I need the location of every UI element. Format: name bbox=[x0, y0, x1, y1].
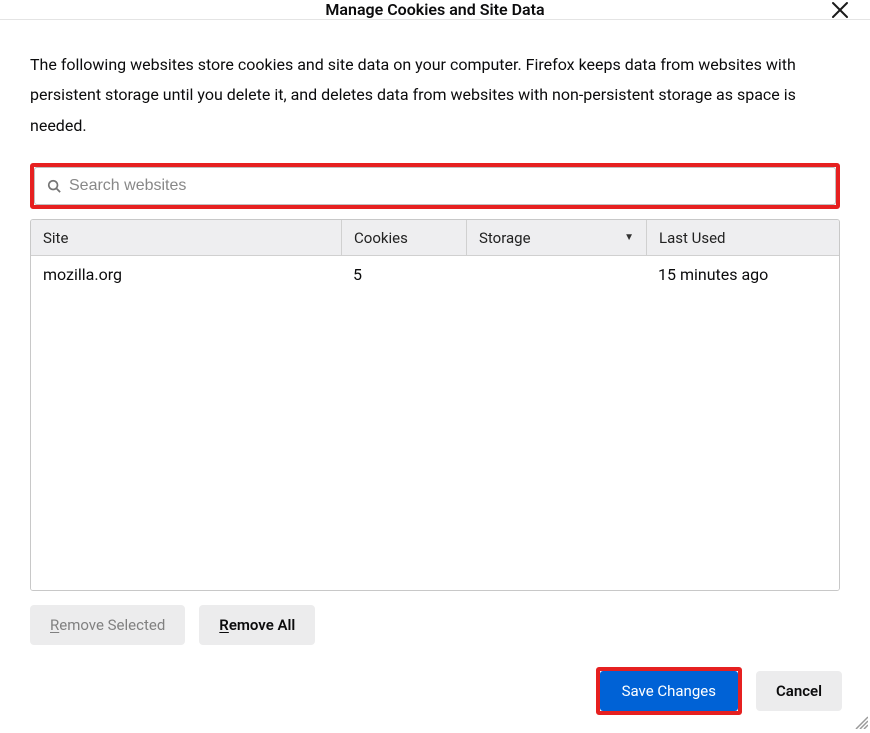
cell-site: mozilla.org bbox=[31, 265, 341, 284]
column-site-label: Site bbox=[43, 229, 68, 247]
column-last-used-label: Last Used bbox=[659, 229, 726, 247]
search-icon bbox=[47, 179, 61, 193]
table-body: mozilla.org 5 15 minutes ago bbox=[31, 256, 839, 590]
dialog-footer: Save Changes Cancel bbox=[0, 655, 870, 733]
close-icon bbox=[831, 1, 849, 19]
sites-table: Site Cookies Storage ▼ Last Used mozilla… bbox=[30, 219, 840, 591]
resize-grip-icon bbox=[852, 713, 868, 729]
remove-selected-accel: R bbox=[50, 616, 59, 634]
remove-selected-rest: emove Selected bbox=[59, 616, 165, 634]
dialog-title: Manage Cookies and Site Data bbox=[325, 0, 544, 19]
save-highlight: Save Changes bbox=[596, 667, 742, 715]
table-header: Site Cookies Storage ▼ Last Used bbox=[31, 220, 839, 256]
search-field[interactable] bbox=[34, 167, 836, 205]
column-cookies[interactable]: Cookies bbox=[341, 220, 466, 255]
column-site[interactable]: Site bbox=[31, 220, 341, 255]
remove-selected-button: Remove Selected bbox=[30, 605, 185, 645]
dialog-description: The following websites store cookies and… bbox=[30, 50, 840, 141]
column-last-used[interactable]: Last Used bbox=[646, 220, 839, 255]
column-cookies-label: Cookies bbox=[354, 229, 408, 247]
cell-cookies: 5 bbox=[341, 265, 466, 284]
close-button[interactable] bbox=[828, 0, 852, 22]
sort-indicator-icon: ▼ bbox=[624, 232, 634, 243]
table-row[interactable]: mozilla.org 5 15 minutes ago bbox=[31, 256, 839, 292]
remove-all-button[interactable]: Remove All bbox=[199, 605, 315, 645]
search-input[interactable] bbox=[69, 168, 823, 204]
titlebar: Manage Cookies and Site Data bbox=[0, 0, 870, 20]
column-storage[interactable]: Storage ▼ bbox=[466, 220, 646, 255]
save-changes-button[interactable]: Save Changes bbox=[600, 671, 738, 711]
remove-all-rest: emove All bbox=[229, 616, 296, 634]
cancel-button[interactable]: Cancel bbox=[756, 671, 842, 711]
resize-grip[interactable] bbox=[852, 713, 868, 729]
search-highlight bbox=[30, 163, 840, 209]
manage-cookies-dialog: Manage Cookies and Site Data The followi… bbox=[0, 0, 870, 731]
remove-all-accel: R bbox=[219, 616, 229, 634]
column-storage-label: Storage bbox=[479, 229, 531, 247]
cell-last-used: 15 minutes ago bbox=[646, 265, 839, 284]
